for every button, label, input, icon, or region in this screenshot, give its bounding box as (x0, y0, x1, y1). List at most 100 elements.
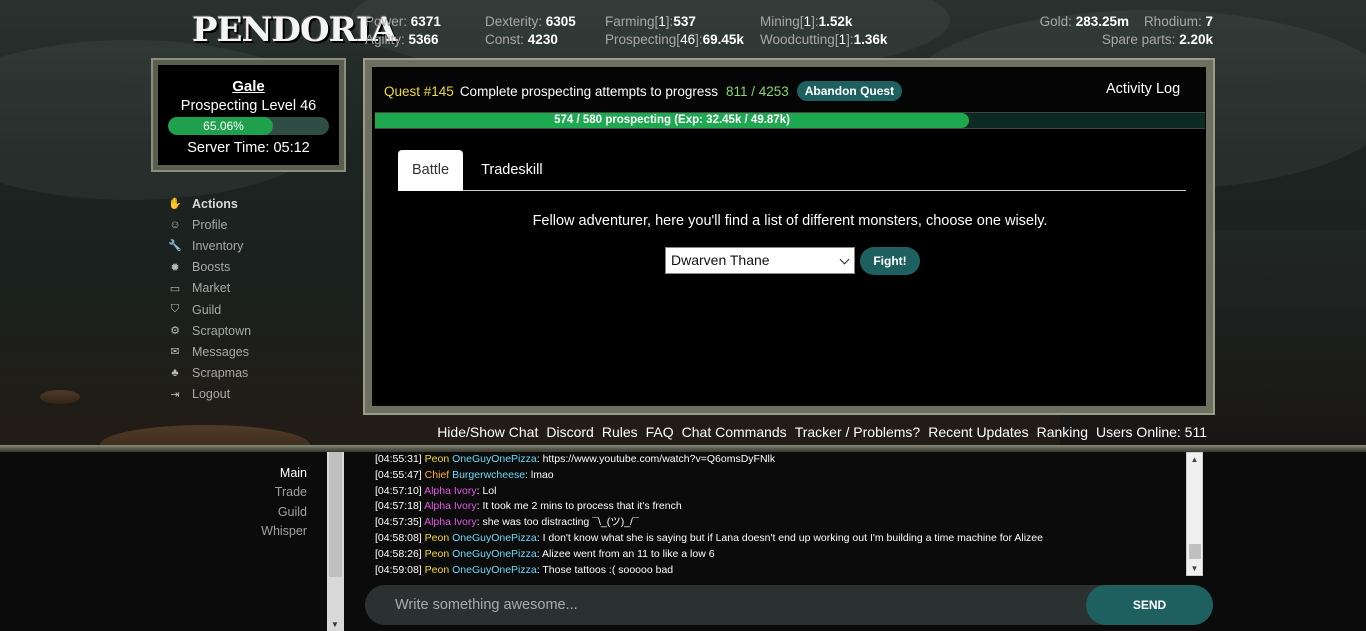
stat-power: Power: 6371 (365, 14, 441, 29)
hand-icon: ✋ (168, 198, 182, 211)
chat-tab-guild[interactable]: Guild (261, 505, 307, 524)
stat-spare-parts-label: Spare parts: (1101, 32, 1176, 47)
cog-icon: ⚙ (170, 325, 180, 338)
footer-link-tracker-problems[interactable]: Tracker / Problems? (795, 424, 921, 440)
sidebar-item-guild[interactable]: ⛉ Guild (168, 299, 251, 320)
footer-link-ranking[interactable]: Ranking (1037, 424, 1088, 440)
stat-woodcutting-level: 1 (838, 32, 847, 47)
sidebar-item-label: Scraptown (192, 323, 252, 338)
chat-message: [04:55:47] Chief Burgerwcheese: lmao (375, 468, 1185, 484)
chat-message: [04:58:26] Peon OneGuyOnePizza: Alizee w… (375, 547, 1185, 563)
sidebar-item-actions[interactable]: ✋ Actions (168, 193, 251, 214)
stat-prospecting-label: Prospecting (605, 32, 677, 47)
sidebar-item-label: Logout (192, 387, 231, 402)
stat-woodcutting-label: Woodcutting (760, 32, 835, 47)
scrollbar-thumb[interactable] (329, 452, 342, 577)
chat-message-time: [04:57:18] (375, 500, 422, 513)
footer-link-recent-updates[interactable]: Recent Updates (928, 424, 1028, 440)
sidebar-item-scraptown[interactable]: ⚙ Scraptown (168, 320, 251, 341)
player-box: Gale Prospecting Level 46 65.06% Server … (151, 58, 346, 172)
sidebar-item-logout[interactable]: ⇥ Logout (168, 384, 251, 405)
chat-message: [04:57:10] Alpha Ivory: Lol (375, 484, 1185, 500)
stat-spare-parts-value: 2.20k (1179, 32, 1213, 47)
sidebar-item-messages[interactable]: ✉ Messages (168, 341, 251, 362)
chat-message-text: : I don't know what she is saying but if… (536, 531, 1043, 544)
stat-prospecting[interactable]: Prospecting[46]:69.45k (605, 32, 744, 47)
chat-message-time: [04:58:26] (375, 547, 422, 560)
server-time: Server Time: 05:12 (187, 140, 310, 156)
chat-message-user[interactable]: OneGuyOnePizza (452, 532, 537, 544)
footer-link-rules[interactable]: Rules (602, 424, 638, 440)
sidebar-item-label: Market (192, 281, 231, 296)
activity-log-link[interactable]: Activity Log (1106, 81, 1206, 97)
chat-message-user[interactable]: OneGuyOnePizza (452, 453, 537, 465)
send-button[interactable]: SEND (1086, 585, 1213, 625)
stat-rhodium-label: Rhodium: (1143, 14, 1202, 29)
stat-dexterity: Dexterity: 6305 (485, 14, 576, 29)
footer-link-faq[interactable]: FAQ (646, 424, 674, 440)
chat-message-user[interactable]: Ivory (454, 500, 477, 512)
sidebar-item-inventory[interactable]: 🔧 Inventory (168, 235, 251, 256)
stat-rhodium: Rhodium: 7 (1144, 14, 1213, 29)
chat-tab-trade[interactable]: Trade (261, 485, 307, 504)
player-level-progress-text: 65.06% (203, 119, 244, 133)
tab-tradeskill[interactable]: Tradeskill (463, 150, 561, 191)
scroll-down-arrow-icon[interactable]: ▼ (330, 620, 340, 629)
footer-link-users-online-511[interactable]: Users Online: 511 (1096, 424, 1207, 440)
chat-tabs-scrollbar[interactable]: ▼ (327, 452, 344, 631)
gear-icon: ✹ (170, 261, 180, 274)
chat-message-user[interactable]: Burgerwcheese (452, 469, 525, 481)
chat-message: [04:57:18] Alpha Ivory: It took me 2 min… (375, 499, 1185, 515)
chat-message-text: : Lol (476, 484, 497, 497)
chat-tab-main[interactable]: Main (261, 466, 307, 485)
player-name[interactable]: Gale (158, 78, 339, 95)
chat-message-input[interactable] (381, 585, 1081, 625)
quest-progress: 811 / 4253 (725, 83, 789, 99)
sidebar-item-boosts[interactable]: ✹ Boosts (168, 257, 251, 278)
footer-link-chat-commands[interactable]: Chat Commands (682, 424, 787, 440)
stat-gold: Gold: 283.25m (1040, 14, 1129, 29)
stat-woodcutting[interactable]: Woodcutting[1]:1.36k (760, 32, 887, 47)
stat-const-value: 4230 (527, 32, 558, 47)
stat-dexterity-label: Dexterity: (485, 14, 543, 29)
stat-farming-label: Farming (605, 14, 655, 29)
chat-message-rank: Alpha (424, 484, 451, 497)
chat-tab-whisper[interactable]: Whisper (261, 524, 307, 543)
stat-farming-value: 537 (673, 14, 696, 29)
fight-button[interactable]: Fight! (860, 247, 920, 275)
stat-dexterity-value: 6305 (545, 14, 576, 29)
chat-message-text: : https://www.youtube.com/watch?v=Q6omsD… (536, 453, 776, 465)
sidebar-item-scrapmas[interactable]: ♣ Scrapmas (168, 363, 251, 384)
user-icon: ☺ (169, 218, 181, 231)
stat-mining[interactable]: Mining[1]:1.52k (760, 14, 852, 29)
chat-message-user[interactable]: OneGuyOnePizza (452, 548, 537, 560)
chat-message-user[interactable]: Ivory (454, 485, 477, 497)
shield-icon: ⛉ (170, 303, 180, 316)
stat-prospecting-level: 46 (680, 32, 696, 47)
stat-farming[interactable]: Farming[1]:537 (605, 14, 696, 29)
battle-intro-text: Fellow adventurer, here you'll find a li… (532, 213, 1048, 229)
chat-messages: [04:55:31] Peon OneGuyOnePizza: https://… (375, 452, 1185, 578)
monster-select[interactable]: Dwarven Thane (665, 247, 855, 274)
action-progress-bar: 574 / 580 prospecting (Exp: 32.45k / 49.… (375, 112, 1205, 129)
abandon-quest-button[interactable]: Abandon Quest (796, 81, 903, 101)
tab-battle[interactable]: Battle (398, 150, 464, 191)
sidebar-item-profile[interactable]: ☺ Profile (168, 214, 251, 235)
stat-mining-level: 1 (803, 14, 812, 29)
chat-message-user[interactable]: Ivory (454, 516, 477, 528)
chat-message-user[interactable]: OneGuyOnePizza (452, 564, 537, 576)
chat-message: [04:57:35] Alpha Ivory: she was too dist… (375, 515, 1185, 531)
scrollbar-thumb[interactable] (1189, 544, 1201, 559)
sidebar-item-market[interactable]: ▭ Market (168, 278, 251, 299)
chat-message-rank: Peon (424, 547, 450, 560)
scroll-up-arrow-icon[interactable]: ▲ (1187, 455, 1202, 464)
footer-link-hide-show-chat[interactable]: Hide/Show Chat (437, 424, 538, 440)
scroll-down-arrow-icon[interactable]: ▼ (1187, 564, 1202, 573)
pendoria-logo[interactable]: PENDORIA (192, 10, 397, 50)
chat-message-time: [04:57:10] (375, 484, 422, 497)
chat-messages-scrollbar[interactable]: ▲ ▼ (1186, 452, 1203, 576)
chat-message-text: : Those tattoos :( sooooo bad (536, 563, 674, 576)
sidebar-item-label: Messages (192, 344, 249, 359)
footer-link-discord[interactable]: Discord (546, 424, 593, 440)
chat-message-text: : lmao (525, 468, 554, 481)
